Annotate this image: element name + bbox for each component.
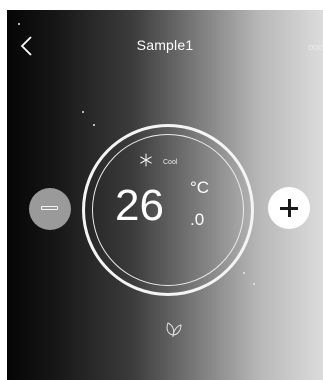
eco-mode-button[interactable] bbox=[164, 320, 184, 338]
decrease-temperature-button[interactable] bbox=[29, 188, 71, 230]
leaf-icon bbox=[166, 322, 182, 337]
page-title: Sample1 bbox=[136, 37, 194, 53]
decorative-dot bbox=[82, 111, 84, 113]
more-options-button[interactable]: ooo bbox=[303, 43, 323, 53]
increase-temperature-button[interactable] bbox=[268, 187, 310, 229]
decorative-dot bbox=[253, 283, 255, 285]
snowflake-icon bbox=[140, 153, 152, 167]
temperature-unit: °C bbox=[190, 178, 210, 197]
decorative-dot bbox=[93, 124, 95, 126]
plus-icon-vertical bbox=[287, 199, 291, 217]
minus-icon bbox=[41, 206, 58, 210]
decorative-dot bbox=[243, 272, 245, 274]
decorative-dot bbox=[18, 23, 20, 25]
temperature-value: 26 bbox=[115, 181, 164, 230]
temperature-decimal: .0 bbox=[190, 210, 205, 229]
mode-label: Cool bbox=[163, 159, 178, 166]
thermostat-screen: Sample1 ooo Cool 26 °C .0 bbox=[7, 10, 323, 380]
